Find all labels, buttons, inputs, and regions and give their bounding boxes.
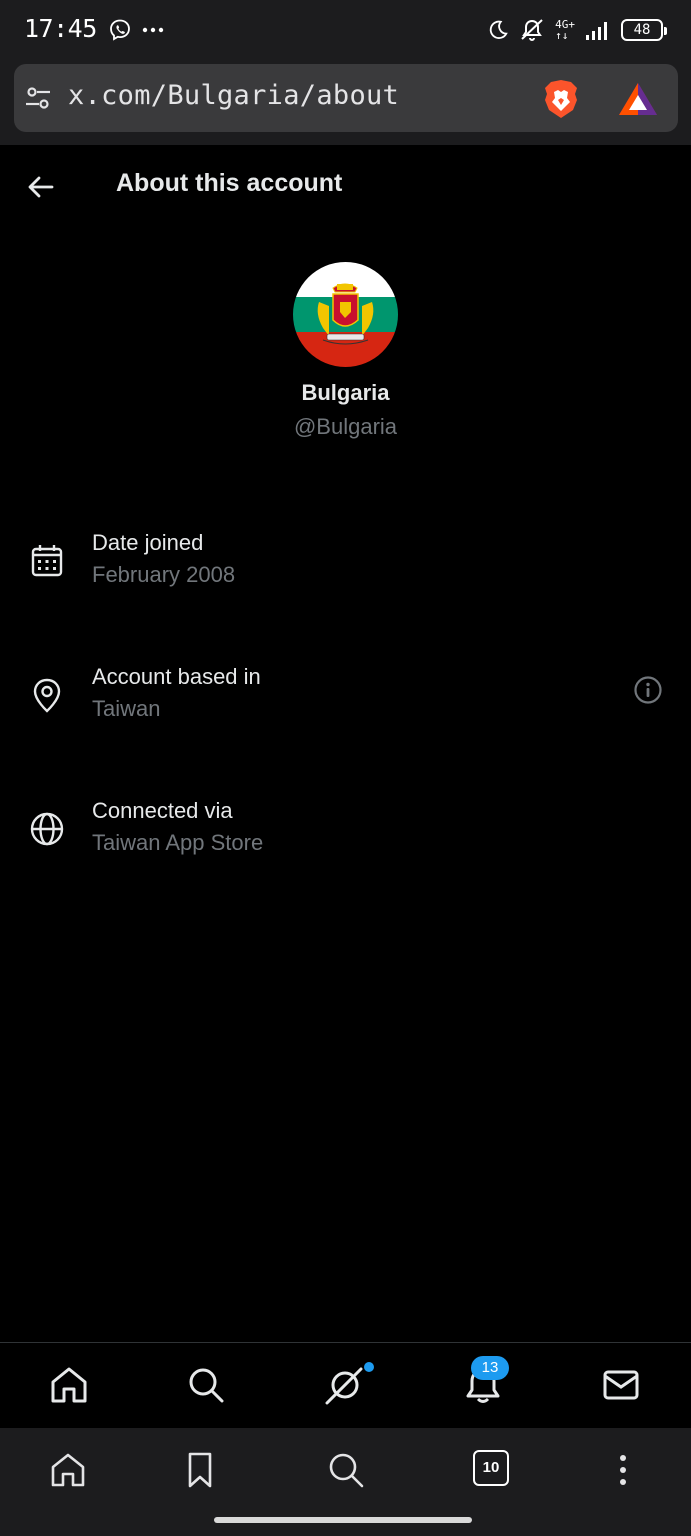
status-left-icons	[108, 18, 164, 42]
status-time: 17:45	[24, 14, 97, 43]
tabs-button[interactable]: 10	[473, 1450, 509, 1486]
connected-via-label: Connected via	[92, 798, 233, 823]
info-row-connected-via: Connected via Taiwan App Store	[0, 798, 691, 878]
browser-toolbar: x.com/Bulgaria/about	[0, 60, 691, 145]
account-handle: @Bulgaria	[293, 414, 398, 439]
network-indicator: 4G+ ↑↓	[555, 19, 575, 41]
site-settings-icon[interactable]	[24, 84, 52, 112]
bookmark-icon[interactable]	[180, 1450, 220, 1490]
x-bottom-nav	[0, 1342, 691, 1428]
avatar[interactable]	[293, 262, 398, 367]
browser-menu-icon[interactable]	[603, 1450, 643, 1490]
account-based-in-label: Account based in	[92, 664, 261, 689]
signal-icon	[586, 22, 607, 40]
search-icon[interactable]	[186, 1365, 226, 1405]
grok-new-dot	[364, 1362, 374, 1372]
bell-muted-icon	[521, 19, 543, 41]
connected-via-value: Taiwan App Store	[92, 830, 264, 855]
brave-shields-icon[interactable]	[542, 78, 580, 120]
status-right-icons: 4G+ ↑↓ 48	[487, 18, 667, 42]
page-title: About this account	[116, 169, 343, 197]
browser-home-icon[interactable]	[48, 1450, 88, 1490]
browser-search-icon[interactable]	[326, 1450, 366, 1490]
page-header: About this account	[0, 145, 691, 230]
calendar-icon	[31, 545, 63, 577]
url-text[interactable]: x.com/Bulgaria/about	[68, 80, 399, 111]
data-arrows-icon: ↑↓	[555, 29, 569, 42]
display-name: Bulgaria	[301, 380, 390, 405]
date-joined-label: Date joined	[92, 530, 204, 555]
info-row-account-based-in: Account based in Taiwan	[0, 664, 691, 744]
location-pin-icon	[33, 678, 61, 713]
address-bar[interactable]: x.com/Bulgaria/about	[14, 64, 678, 132]
notifications-badge: 13	[471, 1356, 509, 1380]
bat-rewards-icon[interactable]	[617, 81, 659, 117]
home-icon[interactable]	[49, 1365, 89, 1405]
account-based-in-value: Taiwan	[92, 696, 161, 721]
gesture-home-indicator[interactable]	[214, 1517, 472, 1523]
date-joined-value: February 2008	[92, 562, 236, 587]
moon-icon	[489, 20, 508, 39]
info-icon[interactable]	[633, 675, 663, 705]
info-row-date-joined: Date joined February 2008	[0, 530, 691, 610]
globe-icon	[30, 812, 64, 846]
battery-level: 48	[633, 22, 651, 38]
status-bar: 17:45 4G+ ↑↓ 48	[0, 0, 691, 60]
grok-icon[interactable]	[325, 1365, 365, 1405]
more-dots-icon	[142, 27, 164, 33]
battery-icon: 48	[621, 19, 667, 41]
bulgaria-flag-coat-of-arms-image	[293, 262, 398, 367]
viber-icon	[110, 19, 130, 41]
messages-envelope-icon[interactable]	[601, 1365, 641, 1405]
back-arrow-icon[interactable]	[26, 173, 58, 201]
